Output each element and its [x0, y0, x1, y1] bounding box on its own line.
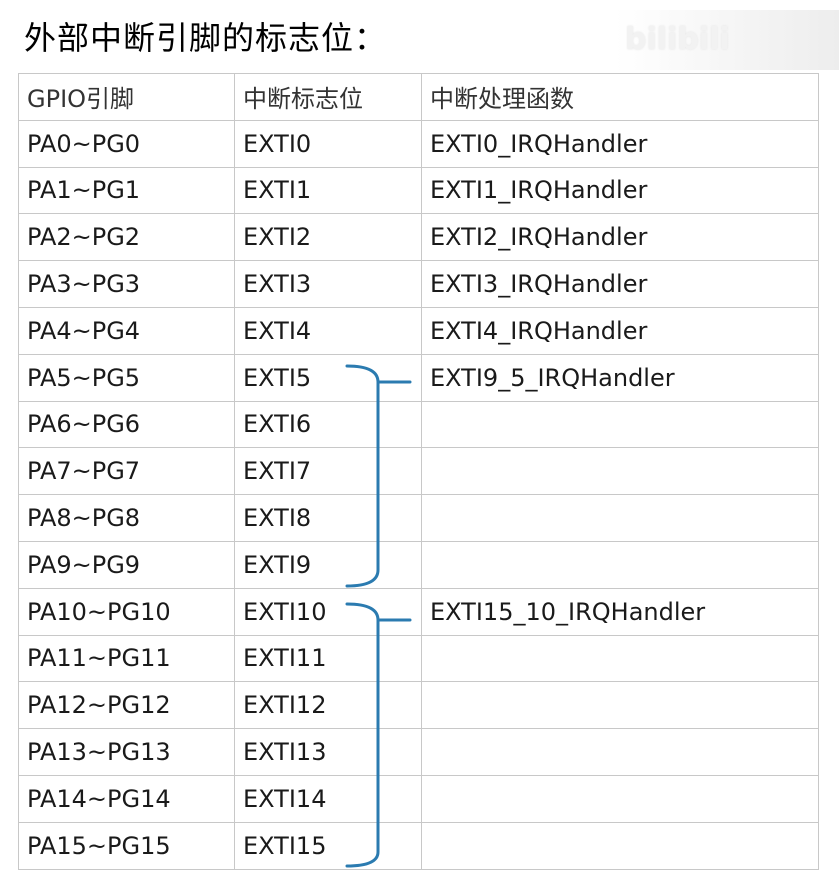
gpio-pin-cell: PA11~PG11	[18, 634, 235, 683]
table-row: PA2~PG2 EXTI2 EXTI2_IRQHandler	[18, 213, 819, 262]
table-row: PA9~PG9 EXTI9	[18, 540, 819, 589]
gpio-pin-cell: PA2~PG2	[18, 213, 235, 262]
flag-cell: EXTI13	[234, 728, 422, 776]
table-row: PA7~PG7 EXTI7	[18, 447, 819, 496]
gpio-pin-cell: PA12~PG12	[18, 681, 235, 730]
gpio-pin-cell: PA13~PG13	[18, 728, 235, 776]
table-row: PA6~PG6 EXTI6	[18, 400, 819, 449]
handler-cell	[421, 634, 819, 683]
flag-cell: EXTI8	[234, 494, 422, 542]
table-row: PA8~PG8 EXTI8	[18, 494, 819, 542]
watermark-text: bilibili	[625, 22, 730, 57]
gpio-pin-cell: PA6~PG6	[18, 400, 235, 449]
gpio-pin-cell: PA5~PG5	[18, 353, 235, 402]
header-handler: 中断处理函数	[421, 73, 819, 121]
table-row: PA3~PG3 EXTI3 EXTI3_IRQHandler	[18, 260, 819, 308]
handler-cell: EXTI0_IRQHandler	[421, 119, 819, 168]
table-body: GPIO引脚 中断标志位 中断处理函数 PA0~PG0 EXTI0 EXTI0_IRQHa…	[18, 73, 819, 870]
table-row: PA14~PG14 EXTI14	[18, 774, 819, 823]
table-row: PA5~PG5 EXTI5 EXTI9_5_IRQHandler	[18, 353, 819, 402]
handler-cell	[421, 681, 819, 730]
gpio-pin-cell: PA7~PG7	[18, 447, 235, 496]
gpio-pin-cell: PA4~PG4	[18, 306, 235, 355]
flag-cell: EXTI10	[234, 587, 422, 636]
gpio-pin-cell: PA0~PG0	[18, 119, 235, 168]
table-header-row: GPIO引脚 中断标志位 中断处理函数	[18, 73, 819, 121]
handler-cell: EXTI15_10_IRQHandler	[421, 587, 819, 636]
exti-table: GPIO引脚 中断标志位 中断处理函数 PA0~PG0 EXTI0 EXTI0_IRQHa…	[18, 73, 819, 870]
gpio-pin-cell: PA1~PG1	[18, 166, 235, 215]
table-row: PA12~PG12 EXTI12	[18, 681, 819, 730]
flag-cell: EXTI1	[234, 166, 422, 215]
gpio-pin-cell: PA14~PG14	[18, 774, 235, 823]
handler-cell	[421, 774, 819, 823]
flag-cell: EXTI4	[234, 306, 422, 355]
table-row: PA4~PG4 EXTI4 EXTI4_IRQHandler	[18, 306, 819, 355]
header-gpio-pin: GPIO引脚	[18, 73, 235, 121]
table-row: PA1~PG1 EXTI1 EXTI1_IRQHandler	[18, 166, 819, 215]
handler-cell	[421, 400, 819, 449]
table-row: PA10~PG10 EXTI10 EXTI15_10_IRQHandler	[18, 587, 819, 636]
handler-cell: EXTI1_IRQHandler	[421, 166, 819, 215]
table-row: PA15~PG15 EXTI15	[18, 821, 819, 870]
handler-cell: EXTI4_IRQHandler	[421, 306, 819, 355]
flag-cell: EXTI3	[234, 260, 422, 308]
flag-cell: EXTI12	[234, 681, 422, 730]
watermark-logo: bilibili	[615, 10, 839, 70]
handler-cell: EXTI2_IRQHandler	[421, 213, 819, 262]
table-row: PA13~PG13 EXTI13	[18, 728, 819, 776]
handler-cell	[421, 728, 819, 776]
flag-cell: EXTI7	[234, 447, 422, 496]
handler-cell: EXTI9_5_IRQHandler	[421, 353, 819, 402]
flag-cell: EXTI5	[234, 353, 422, 402]
flag-cell: EXTI6	[234, 400, 422, 449]
flag-cell: EXTI15	[234, 821, 422, 870]
handler-cell	[421, 821, 819, 870]
table-row: PA0~PG0 EXTI0 EXTI0_IRQHandler	[18, 119, 819, 168]
gpio-pin-cell: PA9~PG9	[18, 540, 235, 589]
handler-cell: EXTI3_IRQHandler	[421, 260, 819, 308]
gpio-pin-cell: PA10~PG10	[18, 587, 235, 636]
gpio-pin-cell: PA8~PG8	[18, 494, 235, 542]
handler-cell	[421, 540, 819, 589]
flag-cell: EXTI0	[234, 119, 422, 168]
page-title: 外部中断引脚的标志位：	[24, 19, 388, 57]
flag-cell: EXTI2	[234, 213, 422, 262]
gpio-pin-cell: PA3~PG3	[18, 260, 235, 308]
gpio-pin-cell: PA15~PG15	[18, 821, 235, 870]
handler-cell	[421, 494, 819, 542]
header-flag: 中断标志位	[234, 73, 422, 121]
handler-cell	[421, 447, 819, 496]
flag-cell: EXTI14	[234, 774, 422, 823]
flag-cell: EXTI11	[234, 634, 422, 683]
table-row: PA11~PG11 EXTI11	[18, 634, 819, 683]
flag-cell: EXTI9	[234, 540, 422, 589]
